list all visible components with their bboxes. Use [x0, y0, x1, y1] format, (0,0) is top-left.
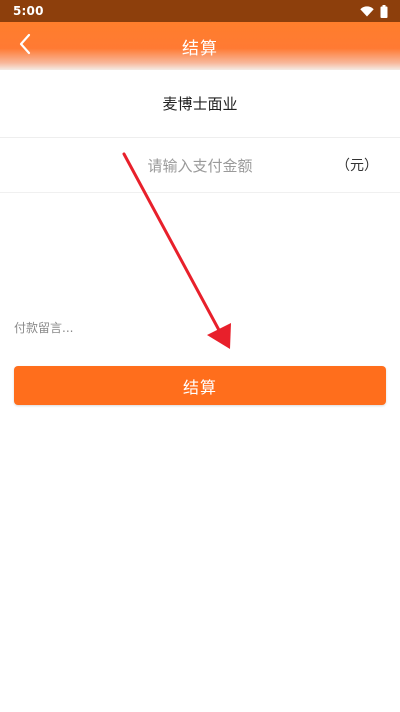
amount-input[interactable]: [80, 151, 320, 181]
checkout-screen: 5:00 结算 麦博士面业 请输入支付金额 （元） 付款留言... 结算: [0, 0, 400, 712]
currency-unit-label: （元）: [336, 158, 378, 174]
status-icons: [360, 4, 388, 18]
chevron-left-icon: [18, 33, 32, 59]
wifi-icon: [360, 5, 374, 17]
page-title: 结算: [182, 38, 218, 59]
merchant-name: 麦博士面业: [162, 95, 238, 113]
battery-icon: [380, 4, 388, 18]
payment-remark-input[interactable]: [14, 316, 384, 340]
checkout-button[interactable]: 结算: [14, 366, 386, 405]
header-bar: 结算: [0, 22, 400, 70]
amount-row: （元）: [0, 139, 400, 193]
status-time: 5:00: [13, 4, 44, 18]
status-bar: 5:00: [0, 0, 400, 22]
back-button[interactable]: [12, 32, 38, 60]
merchant-row: 麦博士面业: [0, 70, 400, 138]
